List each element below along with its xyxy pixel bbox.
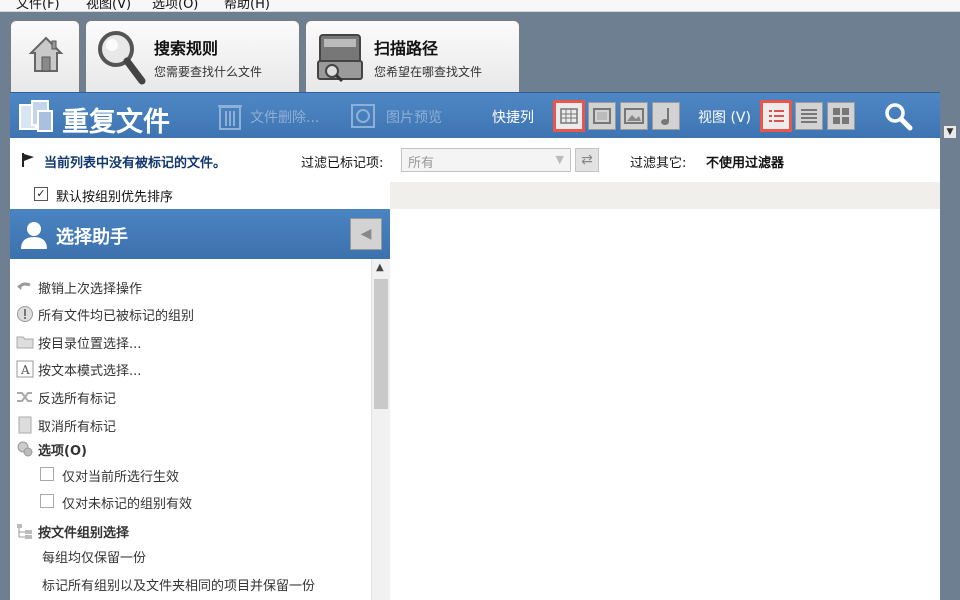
scrollbar-thumb[interactable] — [374, 279, 388, 409]
filter-marked-value: 所有 — [408, 156, 435, 171]
selection-assistant-title: 选择助手 — [56, 227, 128, 248]
music-note-icon — [661, 108, 669, 125]
duplicate-files-toolbar: 重复文件 文件删除... 图片预览 快捷列 视图 (V) — [10, 92, 940, 138]
delete-files-button[interactable]: 文件删除... — [250, 107, 319, 127]
image-preview-button[interactable]: 图片预览 — [386, 107, 442, 127]
menu-file[interactable]: 文件(F) — [16, 0, 60, 11]
menu-bar: 文件(F) 视图(V) 选项(O) 帮助(H) — [0, 0, 960, 12]
search-icon[interactable] — [883, 101, 913, 131]
results-area — [390, 209, 940, 600]
left-frame — [0, 92, 10, 600]
text-a-icon: A — [16, 360, 34, 378]
scanner-icon — [317, 34, 363, 83]
sort-by-group-label[interactable]: 默认按组别优先排序 — [56, 186, 173, 205]
quick-col-window-button[interactable] — [588, 102, 616, 130]
page-icon — [18, 416, 32, 434]
quick-col-grid-button[interactable] — [553, 100, 585, 132]
picture-icon — [624, 108, 644, 124]
right-frame: ▼ — [940, 92, 960, 600]
thumbnails-icon — [833, 108, 849, 124]
view-list-button[interactable] — [760, 100, 792, 132]
option-checkbox[interactable] — [40, 467, 54, 481]
quick-col-music-button[interactable] — [652, 102, 680, 130]
selection-assistant-list: 撤销上次选择操作 所有文件均已被标记的组别 按目录位置选择... A 按文本模式… — [10, 259, 372, 600]
option-checkbox[interactable] — [40, 494, 54, 508]
view-label: 视图 (V) — [698, 110, 751, 126]
no-marked-message: 当前列表中没有被标记的文件。 — [44, 156, 227, 171]
flag-icon — [22, 153, 34, 167]
tab-scan-paths[interactable]: 扫描路径 您希望在哪查找文件 — [305, 20, 520, 92]
menu-help[interactable]: 帮助(H) — [224, 0, 270, 11]
list-icon — [769, 110, 784, 122]
trash-icon[interactable] — [216, 101, 244, 131]
undo-icon — [17, 282, 31, 290]
filter-marked-select[interactable]: 所有 ▼ — [401, 148, 571, 172]
refresh-icon: ⇄ — [581, 152, 593, 168]
filter-other-value[interactable]: 不使用过滤器 — [706, 152, 784, 171]
sort-by-group-checkbox[interactable]: ✓ — [34, 187, 48, 201]
house-icon — [28, 36, 64, 72]
tab-scan-subtitle: 您希望在哪查找文件 — [374, 65, 483, 79]
folder-icon — [16, 336, 34, 349]
triangle-left-icon: ◀ — [360, 226, 372, 242]
top-tab-area: 搜索规则 您需要查找什么文件 扫描路径 您希望在哪查找文件 — [0, 12, 960, 92]
shuffle-icon — [17, 392, 32, 402]
image-preview-icon[interactable] — [350, 101, 378, 131]
page-title: 重复文件 — [62, 107, 170, 138]
refresh-filter-button[interactable]: ⇄ — [575, 148, 599, 172]
duplicate-files-icon — [19, 100, 53, 132]
filter-other-label: 过滤其它: — [630, 156, 687, 171]
magnifier-icon — [98, 31, 146, 85]
selection-assistant-header: 选择助手 ◀ — [10, 209, 390, 259]
tab-search-subtitle: 您需要查找什么文件 — [154, 65, 263, 79]
chevron-down-icon: ▼ — [555, 153, 564, 166]
gears-icon — [17, 441, 33, 457]
menu-options[interactable]: 选项(O) — [152, 0, 198, 11]
user-icon — [21, 222, 47, 249]
collapse-panel-button[interactable]: ◀ — [350, 218, 382, 250]
tab-search-rules[interactable]: 搜索规则 您需要查找什么文件 — [85, 20, 300, 92]
filter-row: 当前列表中没有被标记的文件。 过滤已标记项: 所有 ▼ ⇄ 过滤其它: 不使用过… — [10, 138, 940, 182]
sort-row: ✓ 默认按组别优先排序 — [10, 182, 390, 209]
tab-search-title: 搜索规则 — [154, 39, 219, 58]
view-details-button[interactable] — [795, 102, 823, 130]
quick-col-image-button[interactable] — [620, 102, 648, 130]
tab-scan-title: 扫描路径 — [374, 39, 439, 58]
window-icon — [593, 108, 611, 124]
view-thumbnails-button[interactable] — [827, 102, 855, 130]
chevron-up-icon[interactable]: ▲ — [376, 262, 384, 273]
svg-text:A: A — [20, 363, 30, 377]
chevron-down-icon[interactable]: ▼ — [944, 126, 956, 138]
tree-icon — [17, 524, 32, 539]
quick-columns-label: 快捷列 — [492, 110, 534, 126]
exclamation-icon — [17, 306, 33, 322]
tab-home[interactable] — [10, 20, 80, 92]
assistant-scrollbar[interactable]: ▲ — [372, 259, 390, 600]
grid-table-icon — [560, 108, 578, 124]
menu-view[interactable]: 视图(V) — [86, 0, 131, 11]
details-list-icon — [801, 109, 817, 123]
filter-marked-label: 过滤已标记项: — [301, 156, 384, 171]
